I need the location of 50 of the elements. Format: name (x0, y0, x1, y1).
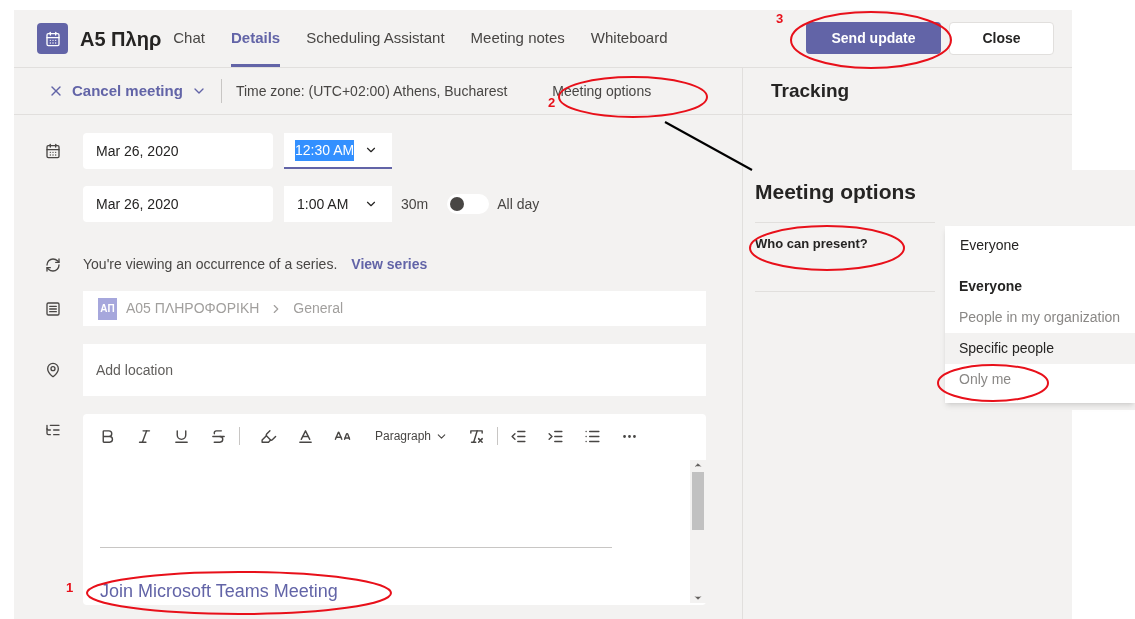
strikethrough-icon[interactable] (210, 427, 227, 445)
send-update-button[interactable]: Send update (806, 22, 941, 54)
dropdown-option[interactable]: Everyone (945, 271, 1135, 302)
underline-icon[interactable] (173, 427, 190, 445)
channel-icon (45, 300, 61, 317)
presenter-dropdown[interactable]: Everyone Everyone People in my organization Specific people Only me (945, 226, 1135, 403)
calendar-icon (37, 23, 68, 54)
dropdown-option[interactable]: People in my organization (945, 302, 1135, 333)
all-day-label: All day (497, 194, 540, 214)
end-date-field[interactable]: Mar 26, 2020 (83, 186, 273, 222)
recurrence-icon (45, 256, 61, 273)
tab[interactable]: Details (230, 10, 281, 67)
scroll-up-icon[interactable] (693, 460, 703, 470)
font-color-icon[interactable] (297, 427, 314, 445)
tracking-heading: Tracking (771, 78, 850, 103)
team-avatar: ΑΠ (98, 297, 117, 320)
tab[interactable]: Meeting notes (470, 10, 565, 67)
description-editor[interactable]: Paragraph Join Microsoft Teams Meeting (83, 414, 706, 605)
dropdown-option[interactable]: Only me (945, 364, 1135, 395)
dropdown-value: Everyone (959, 235, 1021, 255)
details-icon (45, 422, 61, 438)
calendar-icon (45, 143, 61, 159)
italic-icon[interactable] (136, 427, 153, 445)
end-time-dropdown[interactable]: 1:00 AM (284, 186, 392, 222)
clear-format-icon[interactable] (468, 427, 486, 445)
meeting-options-heading: Meeting options (755, 179, 916, 205)
close-button[interactable]: Close (949, 22, 1054, 55)
location-field[interactable]: Add location (83, 344, 706, 396)
paragraph-dropdown[interactable]: Paragraph (375, 427, 449, 445)
start-date-field[interactable]: Mar 26, 2020 (83, 133, 273, 169)
scrollbar[interactable] (690, 460, 706, 603)
highlighter-icon[interactable] (260, 427, 277, 445)
location-icon (45, 362, 61, 378)
tab[interactable]: Chat (173, 10, 205, 67)
dropdown-option[interactable]: Specific people (945, 333, 1135, 364)
tab[interactable]: Scheduling Assistant (306, 10, 445, 67)
series-note: You're viewing an occurrence of a series. (83, 255, 338, 274)
scroll-down-icon[interactable] (693, 593, 703, 603)
time-zone-label: Time zone: (UTC+02:00) Athens, Bucharest (235, 81, 508, 101)
cancel-meeting-button[interactable]: Cancel meeting (48, 79, 207, 103)
annotation-number: 2 (548, 95, 556, 112)
annotation-number: 3 (776, 10, 784, 28)
all-day-toggle[interactable] (447, 194, 490, 214)
annotation-number: 1 (66, 579, 74, 597)
tab[interactable]: Whiteboard (590, 10, 668, 67)
who-can-present-label: Who can present? (755, 234, 868, 253)
duration-label: 30m (401, 194, 429, 214)
meeting-title: A5 Πληρ (80, 26, 162, 52)
join-meeting-link[interactable]: Join Microsoft Teams Meeting (100, 578, 690, 605)
view-series-link[interactable]: View series (351, 254, 428, 275)
